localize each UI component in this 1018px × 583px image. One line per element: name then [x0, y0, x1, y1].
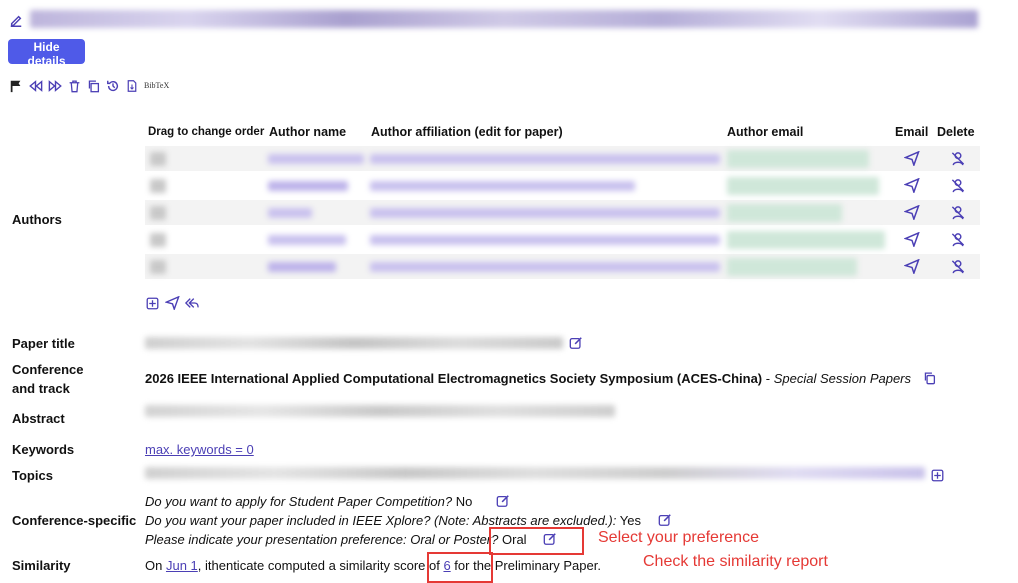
drag-handle[interactable] — [150, 152, 166, 166]
author-name-cell — [268, 208, 312, 218]
presentation-preference-question: Please indicate your presentation prefer… — [145, 532, 527, 547]
remove-author-icon[interactable] — [950, 259, 966, 274]
send-all-icon[interactable] — [165, 296, 180, 310]
edit-ieee-xplore-icon[interactable] — [658, 513, 672, 527]
add-author-icon[interactable] — [146, 297, 159, 310]
similarity-highlight-box — [427, 552, 493, 583]
author-email-cell — [727, 258, 857, 276]
author-name-cell — [268, 154, 364, 164]
similarity-date-link[interactable]: Jun 1 — [166, 558, 198, 573]
hide-details-button[interactable]: Hide details — [8, 39, 85, 68]
conference-specific-label: Conference-specific — [12, 513, 137, 528]
reply-all-icon[interactable] — [184, 296, 200, 310]
abstract-label: Abstract — [12, 411, 65, 426]
topics-label: Topics — [12, 468, 53, 483]
preference-annotation: Select your preference — [598, 529, 759, 546]
header-delete-action: Delete — [937, 125, 975, 139]
similarity-text: On Jun 1, ithenticate computed a similar… — [145, 558, 601, 573]
trash-icon[interactable] — [68, 79, 81, 93]
send-email-icon[interactable] — [904, 178, 920, 193]
edit-paper-title-icon[interactable] — [569, 336, 583, 350]
author-email-cell — [727, 231, 885, 249]
header-drag-order: Drag to change order — [148, 126, 265, 138]
author-name-cell — [268, 181, 348, 191]
edit-title-icon[interactable] — [9, 14, 23, 28]
drag-handle[interactable] — [150, 233, 166, 247]
flag-icon[interactable] — [9, 79, 23, 93]
author-name-cell — [268, 235, 346, 245]
remove-author-icon[interactable] — [950, 232, 966, 247]
edit-student-competition-icon[interactable] — [496, 494, 510, 508]
author-email-cell — [727, 150, 869, 168]
similarity-label: Similarity — [12, 558, 71, 573]
drag-handle[interactable] — [150, 260, 166, 274]
rewind-icon[interactable] — [28, 79, 43, 93]
author-name-cell — [268, 262, 336, 272]
preference-highlight-box — [489, 527, 584, 555]
author-affiliation-cell — [370, 154, 720, 164]
history-icon[interactable] — [106, 79, 120, 93]
header-author-email: Author email — [727, 125, 804, 139]
author-email-cell — [727, 204, 842, 222]
conference-separator: - — [762, 371, 774, 386]
keywords-link[interactable]: max. keywords = 0 — [145, 442, 254, 457]
header-author-affiliation: Author affiliation (edit for paper) — [371, 125, 563, 139]
add-topic-icon[interactable] — [931, 469, 944, 482]
send-email-icon[interactable] — [904, 151, 920, 166]
ieee-xplore-question: Do you want your paper included in IEEE … — [145, 513, 641, 528]
topics-value — [145, 467, 925, 479]
student-competition-answer: No — [455, 494, 473, 509]
copy-conference-icon[interactable] — [923, 371, 936, 385]
author-affiliation-cell — [370, 181, 635, 191]
drag-handle[interactable] — [150, 206, 166, 220]
keywords-label: Keywords — [12, 442, 75, 457]
conference-name: 2026 IEEE International Applied Computat… — [145, 371, 763, 386]
author-affiliation-cell — [370, 235, 720, 245]
file-download-icon[interactable] — [126, 79, 138, 93]
drag-handle[interactable] — [150, 179, 166, 193]
send-email-icon[interactable] — [904, 259, 920, 274]
authors-label: Authors — [12, 212, 62, 227]
remove-author-icon[interactable] — [950, 178, 966, 193]
remove-author-icon[interactable] — [950, 205, 966, 220]
send-email-icon[interactable] — [904, 205, 920, 220]
conference-value: 2026 IEEE International Applied Computat… — [145, 371, 911, 386]
ieee-xplore-answer: Yes — [619, 513, 641, 528]
similarity-annotation: Check the similarity report — [643, 553, 828, 570]
header-email-action: Email — [895, 125, 929, 139]
paper-title-label: Paper title — [12, 336, 75, 351]
track-name: Special Session Papers — [773, 371, 912, 386]
send-email-icon[interactable] — [904, 232, 920, 247]
conference-label-line2: and track — [12, 381, 70, 396]
copy-icon[interactable] — [87, 79, 100, 93]
remove-author-icon[interactable] — [950, 151, 966, 166]
author-affiliation-cell — [370, 208, 720, 218]
bibtex-link[interactable]: BibTeX — [144, 81, 169, 90]
fast-forward-icon[interactable] — [48, 79, 63, 93]
header-author-name: Author name — [269, 125, 347, 139]
paper-title-value — [145, 337, 563, 349]
abstract-value — [145, 405, 615, 417]
student-competition-question: Do you want to apply for Student Paper C… — [145, 494, 473, 509]
author-email-cell — [727, 177, 879, 195]
conference-label-line1: Conference — [12, 362, 84, 377]
author-affiliation-cell — [370, 262, 720, 272]
paper-title-heading — [30, 10, 978, 28]
